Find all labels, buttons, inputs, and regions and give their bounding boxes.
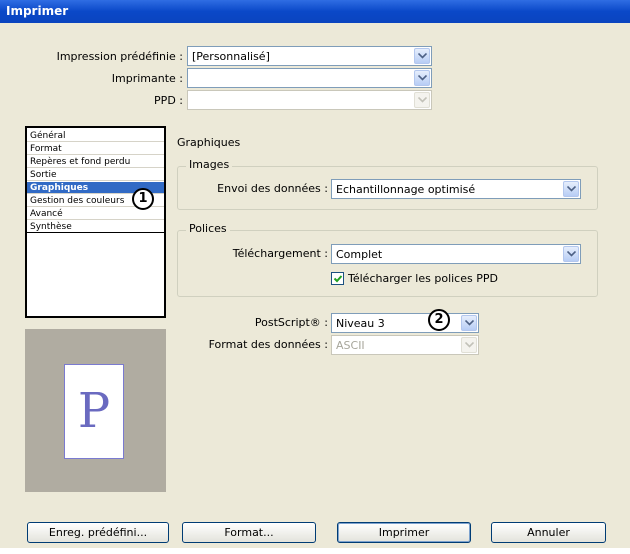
postscript-label: PostScript® :: [254, 316, 328, 329]
send-data-dropdown[interactable]: Echantillonnage optimisé: [331, 179, 581, 199]
checkmark-icon: [333, 275, 343, 283]
ppd-dropdown[interactable]: [187, 90, 432, 110]
preset-dropdown[interactable]: [Personnalisé]: [187, 46, 432, 66]
preview-letter: P: [77, 383, 111, 439]
data-format-label: Format des données :: [208, 338, 328, 351]
printer-dropdown[interactable]: [187, 68, 432, 88]
chevron-down-icon[interactable]: [461, 315, 477, 331]
title-bar: Imprimer: [0, 0, 630, 23]
data-format-dropdown[interactable]: ASCII: [331, 335, 479, 355]
download-value: Complet: [336, 248, 383, 261]
window-frame-bottom: [0, 548, 630, 554]
postscript-value: Niveau 3: [336, 317, 385, 330]
preview-page: P: [64, 364, 124, 459]
ppd-fonts-checkbox-label[interactable]: Télécharger les polices PPD: [348, 272, 498, 285]
sidebar-item-marks-bleed[interactable]: Repères et fond perdu: [27, 156, 164, 168]
print-dialog: Imprimer Impression prédéfinie : [Person…: [0, 0, 630, 554]
save-preset-button[interactable]: Enreg. prédéfini...: [27, 522, 169, 543]
download-label: Téléchargement :: [232, 247, 328, 260]
sidebar-item-summary[interactable]: Synthèse: [27, 221, 164, 233]
chevron-down-icon[interactable]: [563, 181, 579, 197]
sidebar-item-output[interactable]: Sortie: [27, 169, 164, 181]
preset-value: [Personnalisé]: [192, 50, 270, 63]
data-format-value: ASCII: [336, 339, 365, 352]
chevron-down-icon: [461, 337, 477, 353]
fonts-group-title: Polices: [186, 222, 230, 235]
panel-heading: Graphiques: [177, 136, 241, 149]
send-data-label: Envoi des données :: [217, 182, 328, 195]
callout-badge-2: 2: [428, 309, 450, 331]
send-data-value: Echantillonnage optimisé: [336, 183, 476, 196]
chevron-down-icon[interactable]: [414, 70, 430, 86]
images-group-title: Images: [186, 158, 233, 171]
format-button[interactable]: Format...: [182, 522, 316, 543]
postscript-dropdown[interactable]: Niveau 3: [331, 313, 479, 333]
chevron-down-icon[interactable]: [414, 48, 430, 64]
print-button[interactable]: Imprimer: [337, 522, 471, 543]
chevron-down-icon: [414, 92, 430, 108]
printer-label: Imprimante :: [111, 72, 183, 85]
preset-label: Impression prédéfinie :: [56, 50, 183, 63]
cancel-button[interactable]: Annuler: [491, 522, 606, 543]
chevron-down-icon[interactable]: [563, 246, 579, 262]
window-title: Imprimer: [6, 4, 69, 18]
sidebar-item-general[interactable]: Général: [27, 130, 164, 142]
ppd-label: PPD :: [154, 94, 183, 107]
ppd-fonts-checkbox[interactable]: [331, 272, 344, 285]
category-list[interactable]: Général Format Repères et fond perdu Sor…: [25, 126, 166, 318]
page-preview: P: [25, 329, 166, 492]
sidebar-item-format[interactable]: Format: [27, 143, 164, 155]
callout-badge-1: 1: [132, 188, 154, 210]
download-dropdown[interactable]: Complet: [331, 244, 581, 264]
